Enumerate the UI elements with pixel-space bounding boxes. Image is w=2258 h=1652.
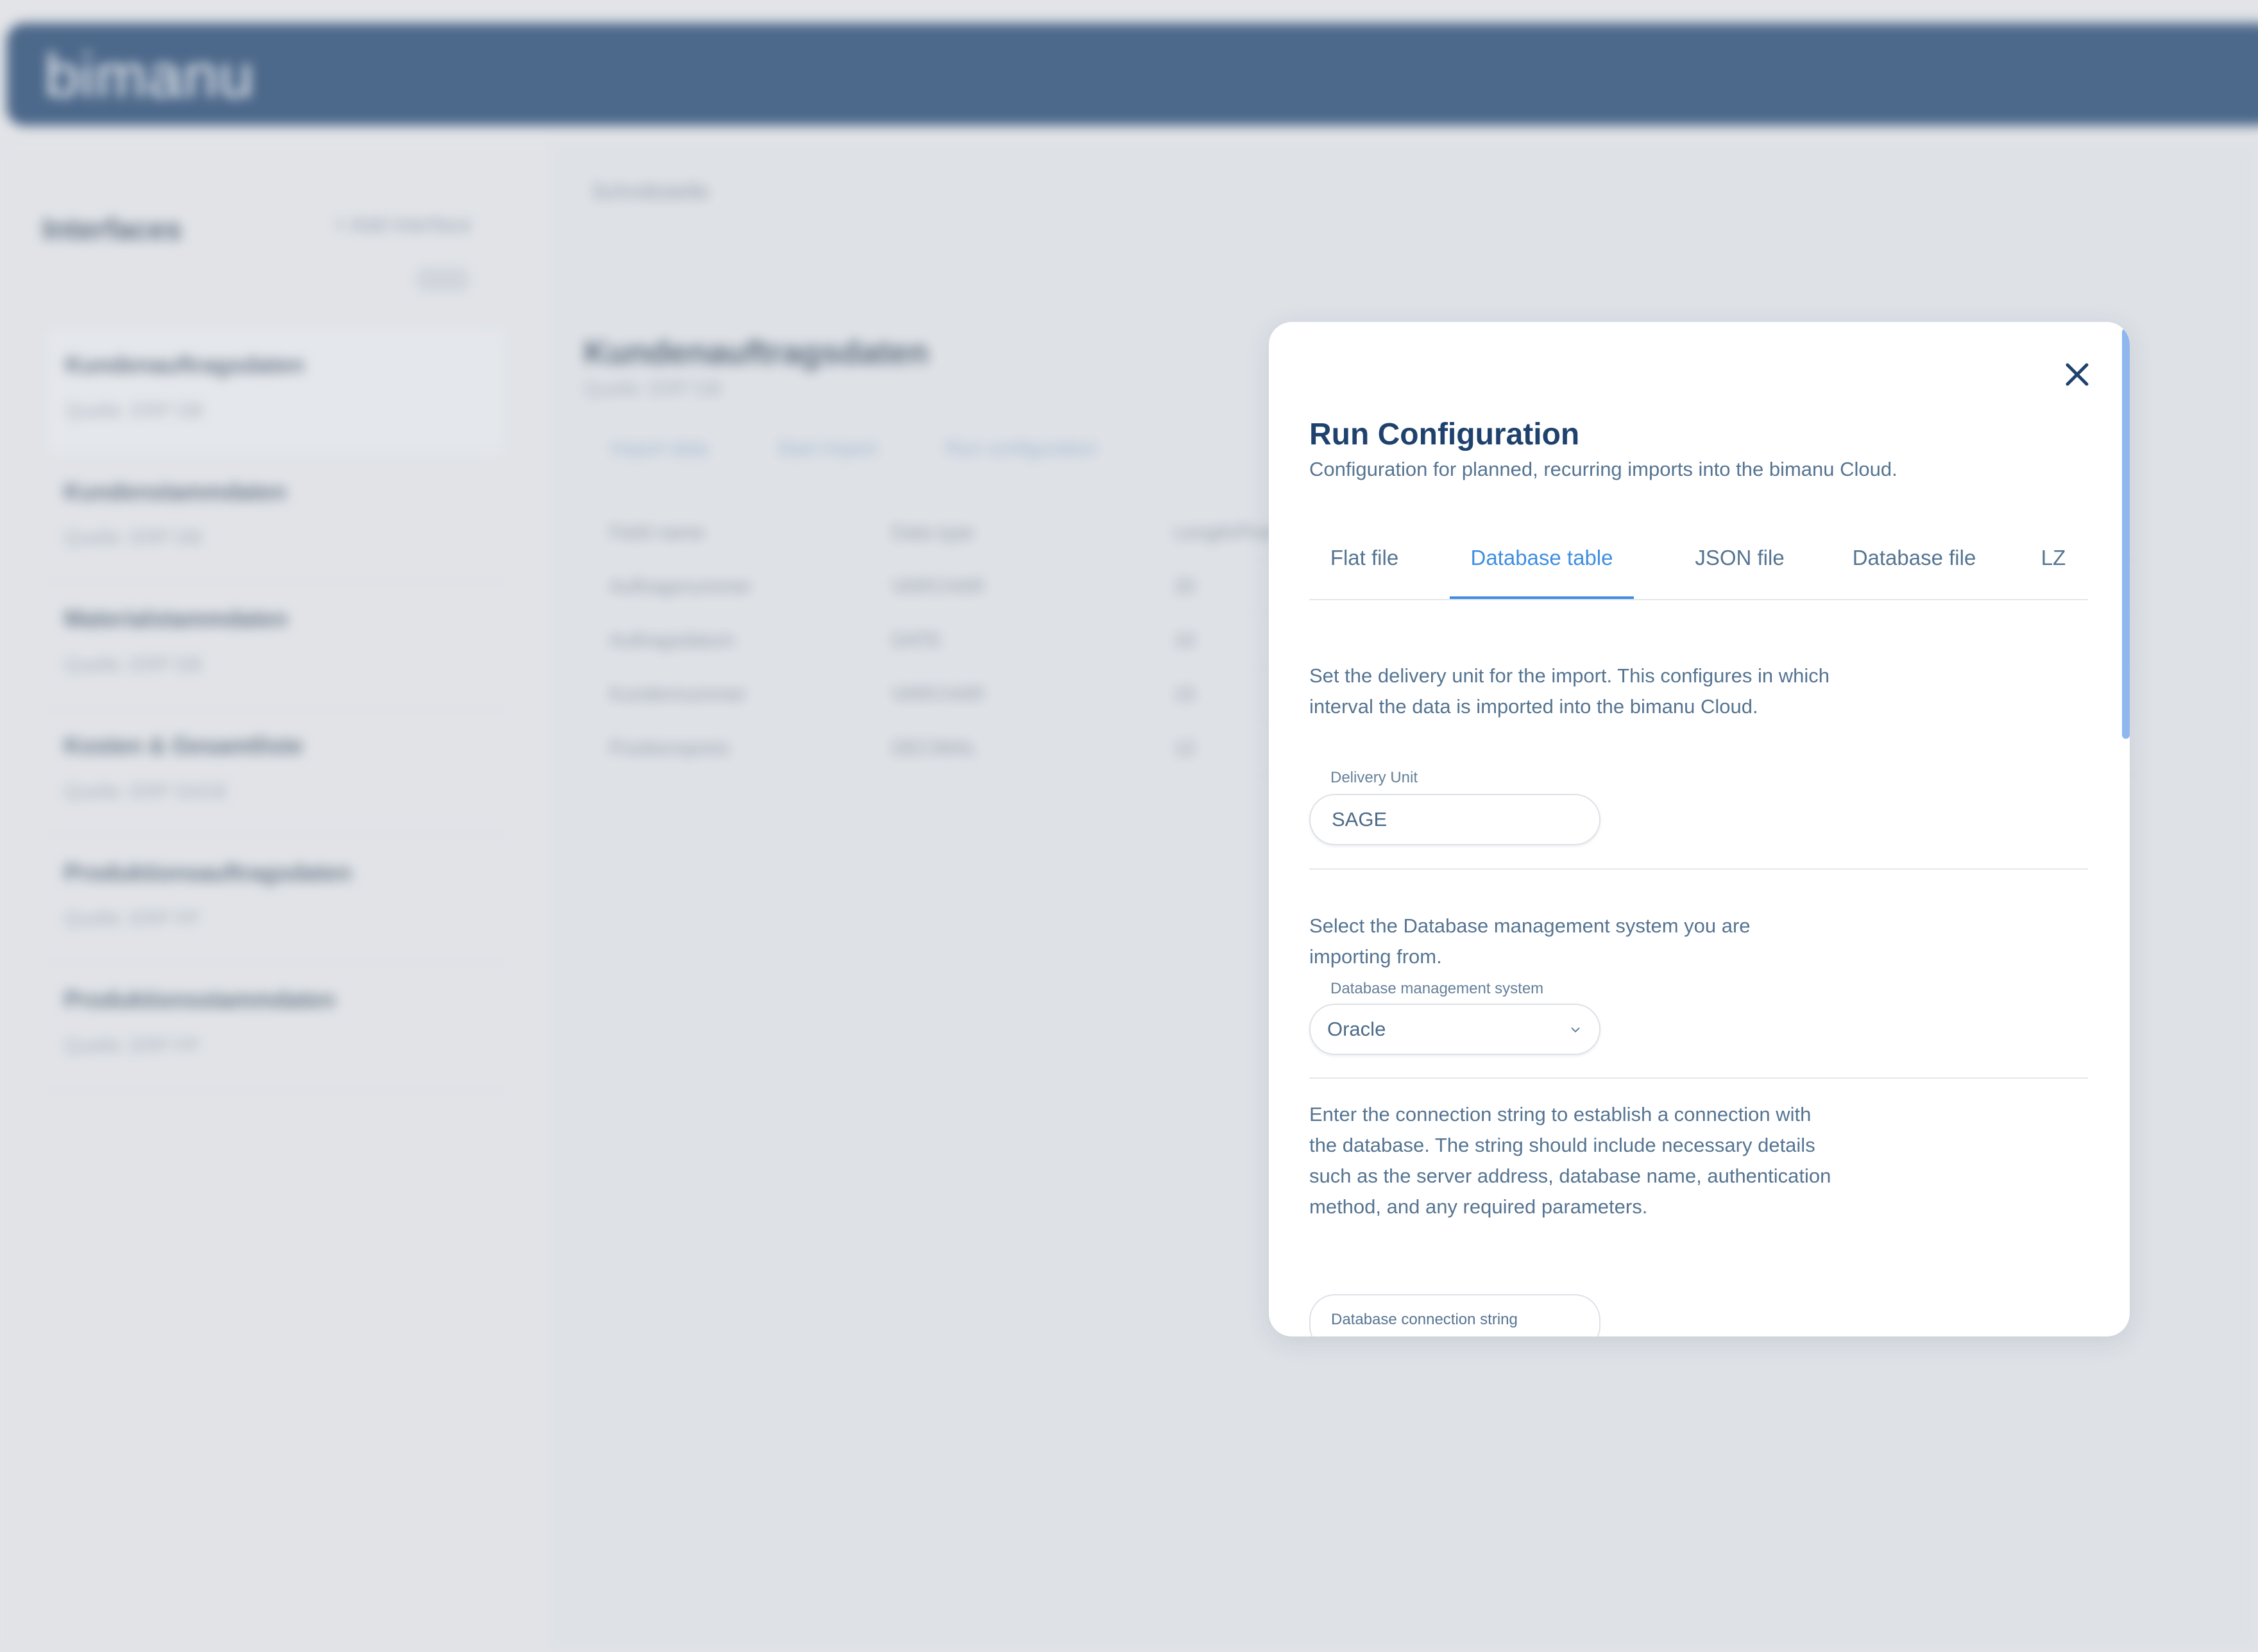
tab-json-file[interactable]: JSON file — [1675, 517, 1804, 598]
tab-lz[interactable]: LZ — [2021, 517, 2085, 598]
modal-title: Run Configuration — [1309, 417, 1580, 451]
dbms-select[interactable]: Oracle — [1309, 1004, 1600, 1055]
section-divider — [1309, 868, 2088, 870]
modal-scrollbar[interactable] — [2122, 328, 2130, 739]
close-button[interactable] — [2058, 355, 2096, 394]
section-divider — [1309, 1077, 2088, 1079]
delivery-unit-label: Delivery Unit — [1330, 769, 1418, 786]
close-icon — [2066, 363, 2089, 386]
import-type-tabs: Flat file Database table JSON file Datab… — [1309, 517, 2088, 600]
dbms-description: Select the Database management system yo… — [1309, 914, 1751, 968]
modal-subtitle: Configuration for planned, recurring imp… — [1309, 458, 1897, 480]
tab-flat-file[interactable]: Flat file — [1309, 517, 1420, 598]
dbms-label: Database management system — [1330, 980, 1544, 997]
connection-string-label: Database connection string — [1331, 1311, 1518, 1328]
delivery-unit-description: Set the delivery unit for the import. Th… — [1309, 664, 1829, 718]
connection-string-input[interactable]: Database connection string — [1309, 1294, 1600, 1336]
delivery-unit-input[interactable] — [1309, 794, 1600, 845]
run-configuration-modal: Run Configuration Configuration for plan… — [1269, 322, 2130, 1336]
tab-database-file[interactable]: Database file — [1834, 517, 1994, 598]
tab-database-table[interactable]: Database table — [1450, 517, 1634, 599]
chevron-down-icon — [1571, 1027, 1580, 1032]
connection-string-description: Enter the connection string to establish… — [1309, 1103, 1831, 1218]
dbms-selected-value: Oracle — [1327, 1018, 1386, 1040]
